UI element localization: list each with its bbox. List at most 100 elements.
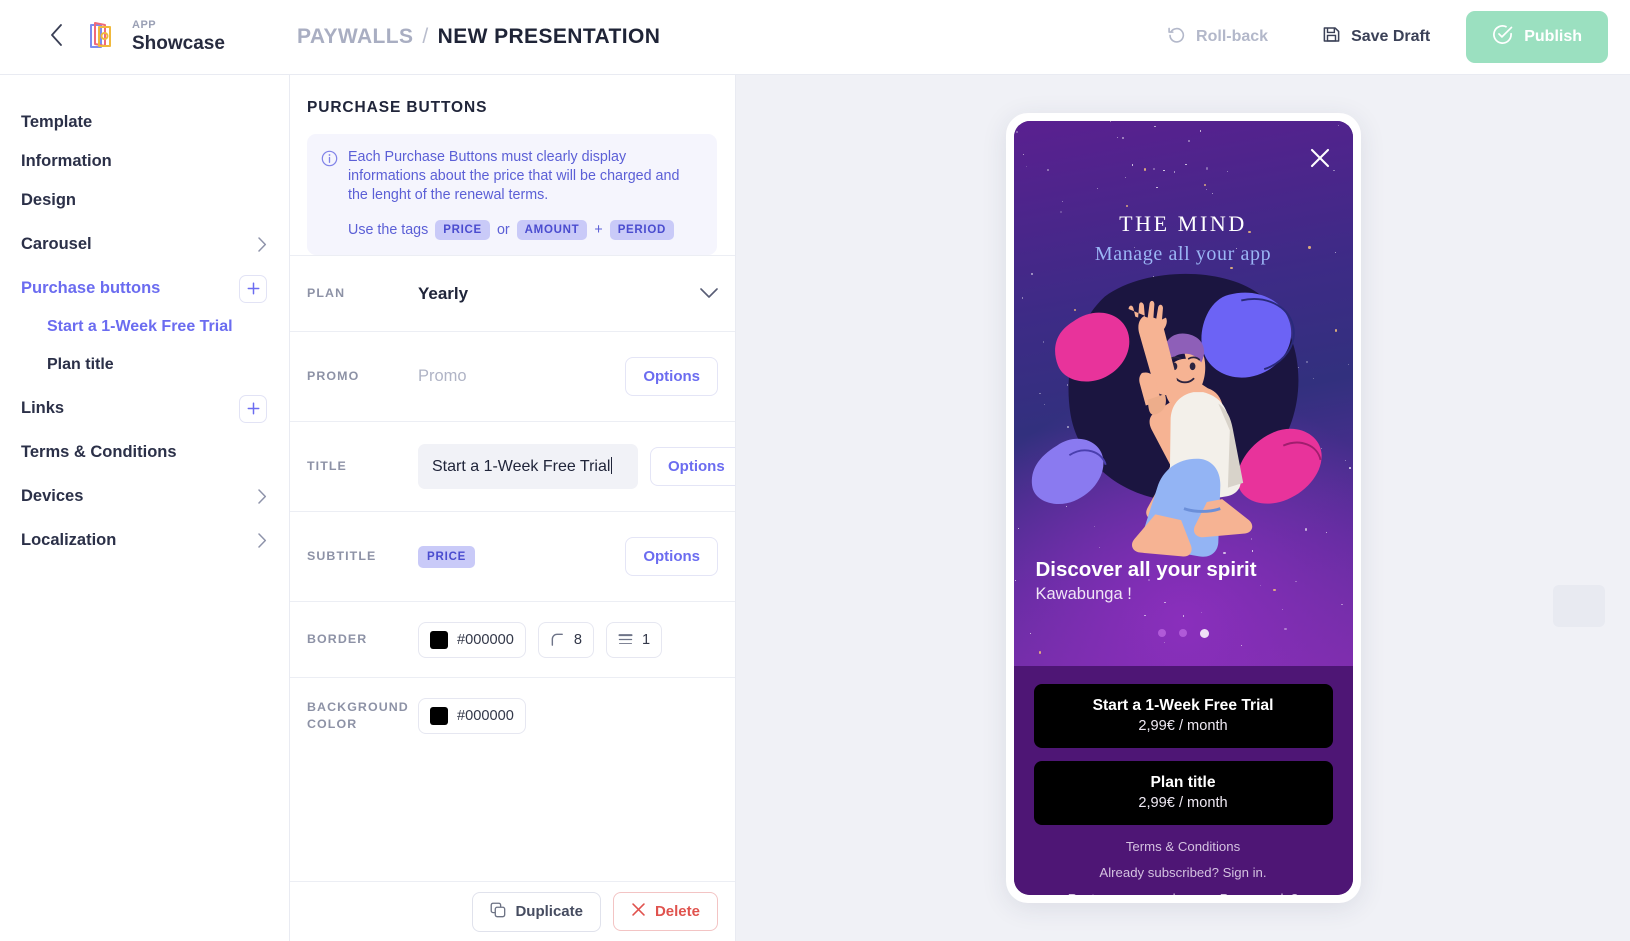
subtitle-price-tag[interactable]: PRICE bbox=[418, 546, 475, 568]
sidebar-item-template[interactable]: Template bbox=[0, 103, 289, 142]
sidebar-item-links[interactable]: Links bbox=[0, 389, 289, 428]
sidebar-item-start-a-1-week-free-trial[interactable]: Start a 1-Week Free Trial bbox=[0, 308, 289, 346]
property-rows: PLAN Yearly PROMO Promo Options TITLE bbox=[290, 255, 735, 881]
delete-button[interactable]: Delete bbox=[613, 892, 718, 931]
border-radius-field[interactable]: 8 bbox=[538, 622, 594, 658]
sidebar-item-devices[interactable]: Devices bbox=[0, 477, 289, 516]
star bbox=[1039, 651, 1041, 653]
row-promo: PROMO Promo Options bbox=[290, 331, 735, 421]
promo-input[interactable]: Promo bbox=[418, 367, 467, 386]
subtitle-options-button[interactable]: Options bbox=[625, 537, 718, 576]
sidebar-item-label: Start a 1-Week Free Trial bbox=[47, 318, 233, 336]
paywall-purchase-button[interactable]: Plan title2,99€ / month bbox=[1034, 761, 1333, 825]
star bbox=[1047, 169, 1049, 171]
sidebar-item-label: Plan title bbox=[47, 356, 114, 374]
sidebar-item-plan-title[interactable]: Plan title bbox=[0, 346, 289, 384]
border-radius-value: 8 bbox=[574, 632, 582, 648]
paywall-link[interactable]: Restore your purchases • Promo code? bbox=[1034, 891, 1333, 895]
star bbox=[1338, 125, 1339, 126]
app-logo-icon bbox=[84, 19, 118, 55]
star bbox=[1185, 164, 1186, 165]
paywall-footer-subtitle: Kawabunga ! bbox=[1036, 585, 1257, 604]
tags-or: or bbox=[497, 222, 510, 238]
add-links-button[interactable] bbox=[239, 395, 267, 423]
publish-button[interactable]: Publish bbox=[1466, 11, 1608, 63]
duplicate-button[interactable]: Duplicate bbox=[472, 892, 601, 932]
star bbox=[1260, 585, 1261, 586]
sidebar-item-label: Devices bbox=[21, 487, 83, 506]
paywall-close-button[interactable] bbox=[1307, 147, 1333, 173]
background-color-field[interactable]: #000000 bbox=[418, 698, 526, 734]
chevron-right-icon[interactable] bbox=[258, 533, 267, 548]
border-color-field[interactable]: #000000 bbox=[418, 622, 526, 658]
paywall-hero-footer: Discover all your spirit Kawabunga ! bbox=[1036, 558, 1257, 604]
star bbox=[1341, 604, 1342, 605]
row-plan-label: PLAN bbox=[307, 285, 418, 302]
editor-panel-footer: Duplicate Delete bbox=[290, 881, 735, 941]
sidebar-item-carousel[interactable]: Carousel bbox=[0, 225, 289, 264]
carousel-dot[interactable] bbox=[1200, 629, 1209, 638]
star bbox=[1016, 131, 1018, 133]
info-banner-tags: Use the tags PRICE or AMOUNT + PERIOD bbox=[348, 220, 701, 240]
row-plan[interactable]: PLAN Yearly bbox=[290, 255, 735, 331]
background-color-swatch[interactable] bbox=[430, 707, 448, 725]
paywall-link[interactable]: Already subscribed? Sign in. bbox=[1034, 865, 1333, 880]
border-width-field[interactable]: 1 bbox=[606, 622, 662, 658]
border-color-swatch[interactable] bbox=[430, 631, 448, 649]
save-draft-button[interactable]: Save Draft bbox=[1306, 15, 1446, 59]
corner-radius-icon bbox=[550, 632, 565, 647]
star bbox=[1163, 170, 1165, 172]
star bbox=[1204, 184, 1206, 186]
title-input[interactable]: Start a 1-Week Free Trial bbox=[418, 444, 638, 489]
sidebar-item-terms-conditions[interactable]: Terms & Conditions bbox=[0, 433, 289, 472]
plan-select-value[interactable]: Yearly bbox=[418, 284, 468, 304]
delete-label: Delete bbox=[655, 903, 700, 920]
star bbox=[1110, 121, 1111, 122]
star bbox=[1212, 193, 1213, 194]
tag-period: PERIOD bbox=[610, 220, 674, 240]
paywall-purchase-button[interactable]: Start a 1-Week Free Trial2,99€ / month bbox=[1034, 684, 1333, 748]
info-circle-icon bbox=[321, 150, 338, 240]
row-border: BORDER #000000 8 bbox=[290, 601, 735, 677]
app-body: TemplateInformationDesign Carousel Purchas… bbox=[0, 75, 1630, 941]
sidebar-item-label: Purchase buttons bbox=[21, 279, 160, 298]
sidebar-item-design[interactable]: Design bbox=[0, 181, 289, 220]
background-color-value: #000000 bbox=[457, 708, 514, 724]
sidebar-item-label: Terms & Conditions bbox=[21, 443, 177, 462]
sidebar-item-localization[interactable]: Localization bbox=[0, 521, 289, 560]
paywall-actions: Start a 1-Week Free Trial2,99€ / month Pl… bbox=[1014, 666, 1353, 895]
chevron-right-icon[interactable] bbox=[258, 489, 267, 504]
back-button[interactable] bbox=[34, 15, 78, 59]
row-subtitle: SUBTITLE PRICE Options bbox=[290, 511, 735, 601]
chevron-right-icon[interactable] bbox=[258, 237, 267, 252]
title-options-button[interactable]: Options bbox=[650, 447, 735, 486]
duplicate-label: Duplicate bbox=[515, 903, 583, 920]
promo-options-button[interactable]: Options bbox=[625, 357, 718, 396]
star bbox=[1144, 615, 1145, 616]
star bbox=[1241, 645, 1242, 646]
star bbox=[1154, 126, 1155, 127]
sidebar-item-information[interactable]: Information bbox=[0, 142, 289, 181]
copy-icon bbox=[490, 902, 506, 922]
breadcrumb-separator: / bbox=[422, 25, 428, 49]
carousel-dots[interactable] bbox=[1014, 629, 1353, 638]
carousel-dot[interactable] bbox=[1158, 629, 1166, 637]
carousel-dot[interactable] bbox=[1179, 629, 1187, 637]
paywall-link[interactable]: Terms & Conditions bbox=[1034, 839, 1333, 854]
chevron-down-icon[interactable] bbox=[700, 288, 718, 299]
star bbox=[1097, 188, 1098, 189]
sidebar-item-purchase-buttons[interactable]: Purchase buttons bbox=[0, 269, 289, 308]
publish-label: Publish bbox=[1524, 28, 1582, 46]
star bbox=[1206, 189, 1208, 191]
breadcrumb-parent[interactable]: PAYWALLS bbox=[297, 25, 413, 49]
paywall-screen: THE MIND Manage all your app bbox=[1014, 121, 1353, 895]
border-color-value: #000000 bbox=[457, 632, 514, 648]
sidebar-nav: TemplateInformationDesign Carousel Purchas… bbox=[0, 75, 290, 941]
add-purchase-buttons-button[interactable] bbox=[239, 275, 267, 303]
check-circle-icon bbox=[1492, 24, 1513, 50]
rollback-button[interactable]: Roll-back bbox=[1151, 15, 1284, 59]
paywall-purchase-button-title: Start a 1-Week Free Trial bbox=[1034, 697, 1333, 715]
star bbox=[1132, 164, 1133, 165]
floppy-disk-icon bbox=[1322, 25, 1341, 49]
star bbox=[1117, 137, 1118, 138]
